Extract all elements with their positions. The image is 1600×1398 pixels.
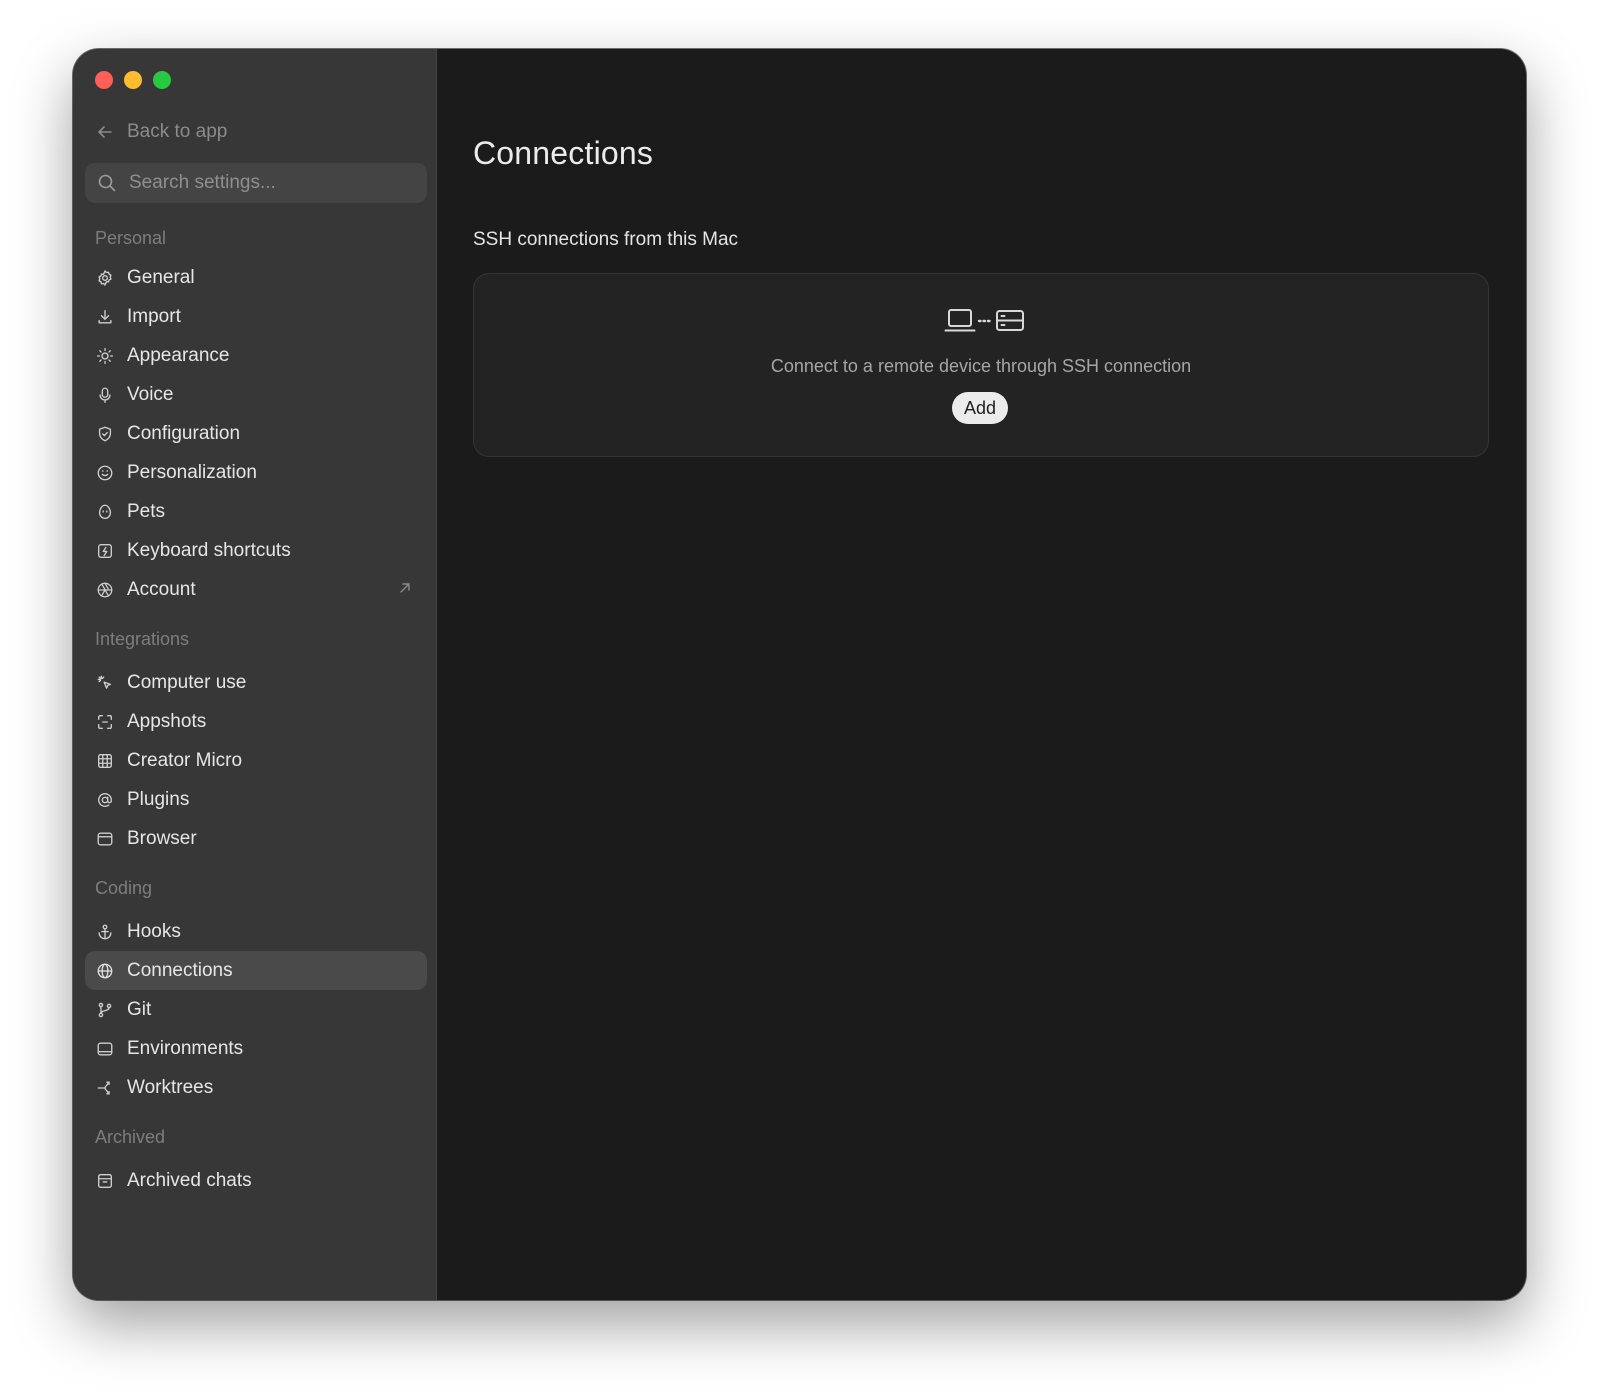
sidebar-item-label: Worktrees xyxy=(127,1076,214,1098)
sidebar-item-personalization[interactable]: Personalization xyxy=(85,453,427,492)
sidebar-item-label: Personalization xyxy=(127,461,257,483)
sidebar-item-label: Git xyxy=(127,998,152,1020)
sidebar-item-appshots[interactable]: Appshots xyxy=(85,702,427,741)
window-controls xyxy=(95,71,171,89)
gear-icon xyxy=(95,268,115,288)
worktree-icon xyxy=(95,1078,115,1098)
sidebar-item-import[interactable]: Import xyxy=(85,297,427,336)
sidebar-item-archived-chats[interactable]: Archived chats xyxy=(85,1161,427,1200)
microphone-icon xyxy=(95,385,115,405)
minimize-window-button[interactable] xyxy=(124,71,142,89)
smile-icon xyxy=(95,463,115,483)
sidebar-item-keyboard-shortcuts[interactable]: Keyboard shortcuts xyxy=(85,531,427,570)
search-box xyxy=(85,163,427,203)
arrow-left-icon xyxy=(98,126,112,138)
download-icon xyxy=(95,307,115,327)
laptop-to-server-icon xyxy=(944,309,1024,332)
close-window-button[interactable] xyxy=(95,71,113,89)
ssh-empty-state-card: Connect to a remote device through SSH c… xyxy=(473,273,1489,457)
back-to-app-link[interactable]: Back to app xyxy=(95,120,227,144)
sidebar-item-computer-use[interactable]: Computer use xyxy=(85,663,427,702)
zoom-window-button[interactable] xyxy=(153,71,171,89)
git-branch-icon xyxy=(95,1000,115,1020)
anchor-icon xyxy=(95,922,115,942)
settings-window: Back to app Personal General Import Appe… xyxy=(73,49,1526,1300)
sidebar-item-pets[interactable]: Pets xyxy=(85,492,427,531)
browser-window-icon xyxy=(95,829,115,849)
sidebar-item-account[interactable]: Account xyxy=(85,570,427,609)
sidebar-item-label: Hooks xyxy=(127,920,181,942)
sidebar-item-label: Account xyxy=(127,578,196,600)
sidebar-item-git[interactable]: Git xyxy=(85,990,427,1029)
sidebar-item-voice[interactable]: Voice xyxy=(85,375,427,414)
at-sign-icon xyxy=(95,790,115,810)
search-icon xyxy=(98,174,116,192)
archive-box-icon xyxy=(95,1171,115,1191)
sidebar-item-label: Configuration xyxy=(127,422,241,444)
main-content: Connections SSH connections from this Ma… xyxy=(437,49,1526,1300)
sidebar-item-label: Creator Micro xyxy=(127,749,243,771)
sidebar-item-connections[interactable]: Connections xyxy=(85,951,427,990)
sparkle-cursor-icon xyxy=(95,673,115,693)
sidebar-item-label: Plugins xyxy=(127,788,190,810)
shield-icon xyxy=(95,424,115,444)
search-input[interactable] xyxy=(127,171,411,195)
add-connection-button[interactable]: Add xyxy=(952,392,1008,424)
grid-icon xyxy=(95,751,115,771)
external-link-icon xyxy=(400,583,410,593)
sidebar-item-label: Connections xyxy=(127,959,233,981)
monitor-icon xyxy=(95,1039,115,1059)
sidebar-item-hooks[interactable]: Hooks xyxy=(85,912,427,951)
sidebar-item-environments[interactable]: Environments xyxy=(85,1029,427,1068)
sidebar-item-label: Keyboard shortcuts xyxy=(127,539,291,561)
sidebar-item-general[interactable]: General xyxy=(85,258,427,297)
page-title: Connections xyxy=(473,135,654,171)
sidebar-item-configuration[interactable]: Configuration xyxy=(85,414,427,453)
sidebar-item-label: Voice xyxy=(127,383,174,405)
sidebar-item-label: Appshots xyxy=(127,710,207,732)
section-title-integrations: Integrations xyxy=(95,629,190,649)
keyboard-icon xyxy=(95,541,115,561)
egg-icon xyxy=(95,502,115,522)
sidebar-item-label: Appearance xyxy=(127,344,230,366)
sidebar: Back to app Personal General Import Appe… xyxy=(73,49,437,1300)
section-title-archived: Archived xyxy=(95,1127,166,1147)
sidebar-item-label: General xyxy=(127,266,195,288)
screenshot-frame-icon xyxy=(95,712,115,732)
sidebar-item-label: Browser xyxy=(127,827,197,849)
sidebar-item-creator-micro[interactable]: Creator Micro xyxy=(85,741,427,780)
sidebar-item-label: Environments xyxy=(127,1037,244,1059)
sidebar-item-label: Import xyxy=(127,305,181,327)
sidebar-item-label: Archived chats xyxy=(127,1169,252,1191)
section-title-personal: Personal xyxy=(95,228,167,248)
sidebar-item-label: Computer use xyxy=(127,671,247,693)
sidebar-item-label: Pets xyxy=(127,500,166,522)
section-title-coding: Coding xyxy=(95,878,153,898)
empty-state-text: Connect to a remote device through SSH c… xyxy=(770,356,1192,376)
globe-icon xyxy=(95,961,115,981)
sidebar-item-worktrees[interactable]: Worktrees xyxy=(85,1068,427,1107)
sidebar-item-appearance[interactable]: Appearance xyxy=(85,336,427,375)
sidebar-item-plugins[interactable]: Plugins xyxy=(85,780,427,819)
sun-icon xyxy=(95,346,115,366)
back-to-app-label: Back to app xyxy=(127,121,228,142)
settings-nav: Personal General Import Appearance Voice… xyxy=(85,211,427,1200)
section-heading: SSH connections from this Mac xyxy=(473,229,739,250)
aperture-icon xyxy=(95,580,115,600)
sidebar-item-browser[interactable]: Browser xyxy=(85,819,427,858)
